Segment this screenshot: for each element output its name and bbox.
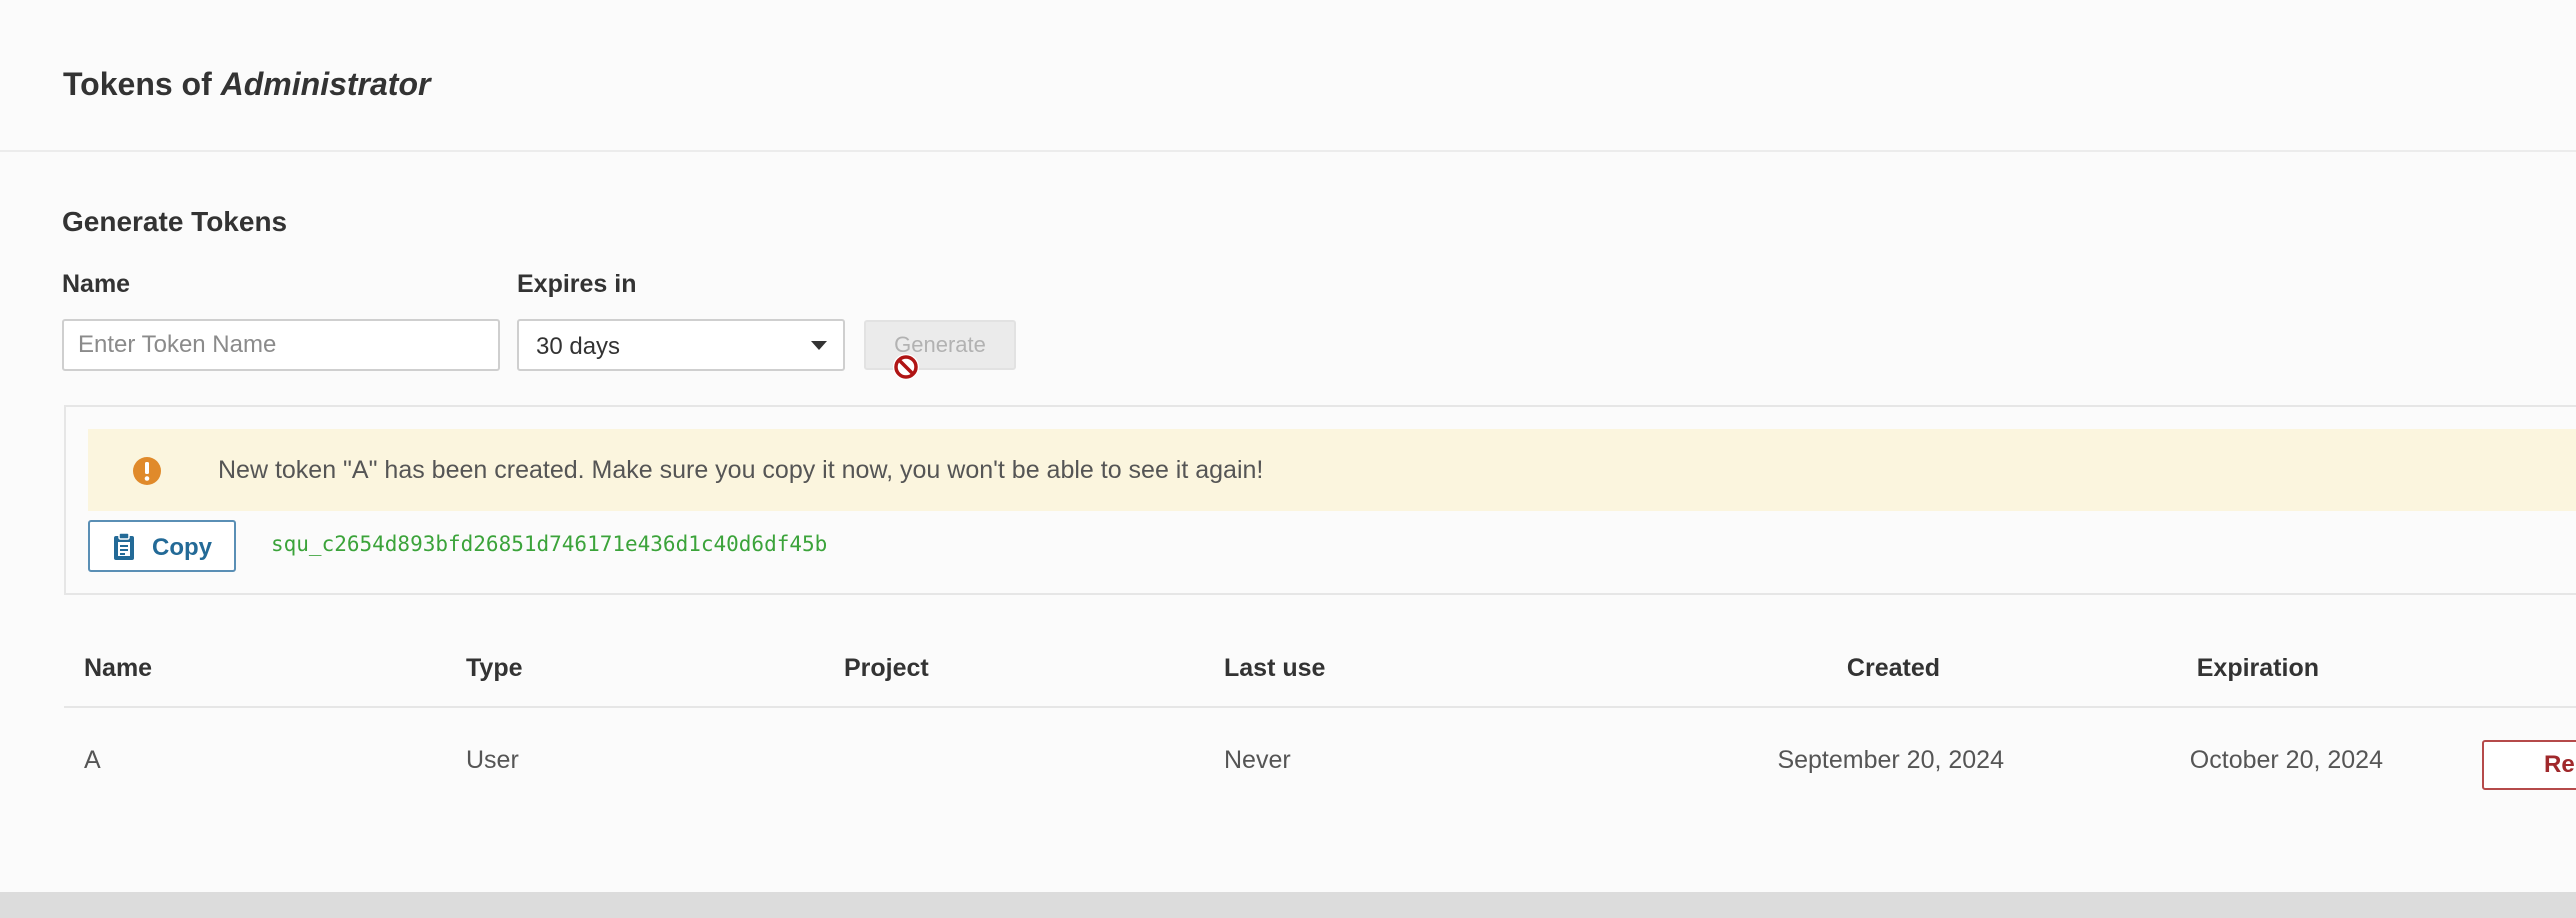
- token-last-use-cell: Never: [1224, 746, 1291, 774]
- expires-in-value: 30 days: [536, 333, 621, 360]
- generate-button[interactable]: Generate: [864, 320, 1016, 370]
- column-header-last-use: Last use: [1224, 654, 1326, 682]
- token-type-cell: User: [466, 746, 519, 774]
- copy-button-label: Copy: [152, 534, 212, 561]
- token-name-cell: A: [84, 746, 101, 774]
- copy-token-button[interactable]: Copy: [88, 520, 236, 572]
- modal-title-user: Administrator: [220, 66, 431, 102]
- warning-circle-icon: [133, 457, 161, 485]
- expires-in-label: Expires in: [517, 270, 637, 298]
- modal-title: Tokens of Administrator: [63, 66, 430, 103]
- clipboard-icon: [114, 533, 134, 560]
- token-created-message: New token "A" has been created. Make sur…: [218, 456, 1264, 484]
- token-expiration-cell: October 20, 2024: [2189, 746, 2383, 774]
- modal-title-prefix: Tokens of: [63, 66, 212, 102]
- column-header-name: Name: [84, 654, 153, 682]
- token-created-alert: New token "A" has been created. Make sur…: [88, 429, 2576, 511]
- generate-tokens-heading: Generate Tokens: [62, 206, 288, 237]
- token-name-input[interactable]: [62, 319, 500, 371]
- column-header-project: Project: [844, 654, 929, 682]
- column-header-expiration: Expiration: [2196, 654, 2319, 682]
- new-token-panel: New token "A" has been created. Make sur…: [64, 405, 2576, 595]
- column-header-created: Created: [1846, 654, 1940, 682]
- column-header-type: Type: [466, 654, 523, 682]
- modal-header: Tokens of Administrator: [0, 0, 2576, 152]
- token-created-cell: September 20, 2024: [1777, 746, 2004, 774]
- token-name-label: Name: [62, 270, 131, 298]
- revoke-button[interactable]: Re: [2482, 740, 2576, 790]
- table-row: A User Never September 20, 2024 October …: [64, 708, 2576, 818]
- tokens-modal: Tokens of Administrator Generate Tokens …: [0, 0, 2576, 892]
- chevron-down-icon: [811, 341, 827, 350]
- modal-bottom-edge: [0, 892, 2576, 918]
- token-value: squ_c2654d893bfd26851d746171e436d1c40d6d…: [271, 532, 828, 556]
- expires-in-select[interactable]: 30 days: [517, 319, 845, 371]
- not-allowed-cursor-icon: [893, 354, 919, 380]
